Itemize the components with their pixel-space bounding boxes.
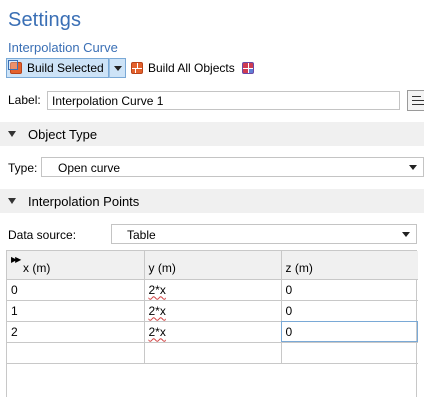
table-corner-icon[interactable]: ▶▶ [11,255,21,264]
build-all-secondary-icon[interactable] [241,62,254,74]
table-cell-active[interactable]: 0 [280,320,418,343]
label-options-button[interactable] [407,90,424,111]
data-source-label: Data source: [8,228,77,242]
interpolation-points-section-header[interactable]: Interpolation Points [0,189,424,213]
label-input[interactable]: Interpolation Curve 1 [47,91,400,110]
build-selected-label: Build Selected [27,61,104,75]
build-selected-dropdown[interactable] [109,58,126,78]
label-field-caption: Label: [8,93,41,107]
table-cell[interactable] [280,341,418,364]
object-type-section-title: Object Type [28,126,98,142]
column-header-y[interactable]: y (m) [143,251,282,280]
data-source-select-value: Table [127,228,156,242]
page-subtitle: Interpolation Curve [8,40,118,55]
table-cell[interactable]: 0 [280,299,418,322]
table-cell[interactable]: 2*x [143,320,282,343]
table-row: 1 2*x 0 [7,299,418,322]
table-cell[interactable]: 2*x [143,278,282,301]
type-select-value: Open curve [58,161,121,175]
table-header-row: x (m) y (m) z (m) [7,251,418,280]
table-cell[interactable]: 0 [7,278,145,301]
column-header-x[interactable]: x (m) [7,251,145,280]
build-all-label: Build All Objects [148,61,235,75]
label-row: Label: Interpolation Curve 1 [0,90,424,111]
interpolation-points-section-title: Interpolation Points [28,193,140,209]
build-selected-icon [8,60,22,74]
build-selected-button[interactable]: Build Selected [6,58,109,78]
chevron-down-icon [409,165,417,170]
type-select[interactable]: Open curve [41,157,424,177]
build-all-icon [131,62,143,74]
collapse-triangle-icon [8,198,16,204]
settings-window: Settings Interpolation Curve Build Selec… [0,0,424,397]
column-header-z[interactable]: z (m) [280,251,418,280]
label-options-icon [412,96,421,97]
data-source-select[interactable]: Table [111,224,417,244]
label-options-icon-line [412,104,424,105]
chevron-down-icon [402,232,410,237]
table-row-empty [7,341,418,364]
table-cell[interactable]: 2 [7,320,145,343]
object-type-section-header[interactable]: Object Type [0,122,424,146]
build-all-button[interactable]: Build All Objects [131,58,254,78]
table-cell[interactable] [7,341,145,364]
table-cell[interactable]: 2*x [143,299,282,322]
table-row: 2 2*x 0 [7,320,418,343]
table-row: 0 2*x 0 [7,278,418,301]
toolbar: Build Selected Build All Objects [6,58,306,78]
table-cell[interactable] [143,341,282,364]
table-cell[interactable]: 1 [7,299,145,322]
collapse-triangle-icon [8,131,16,137]
table-cell[interactable]: 0 [280,278,418,301]
label-options-icon-line [412,100,424,101]
interpolation-table[interactable]: ▶▶ x (m) y (m) z (m) 0 2*x 0 1 2*x 0 2 2… [6,250,418,397]
page-title: Settings [8,9,82,31]
type-label: Type: [8,161,38,175]
chevron-down-icon [113,65,122,71]
